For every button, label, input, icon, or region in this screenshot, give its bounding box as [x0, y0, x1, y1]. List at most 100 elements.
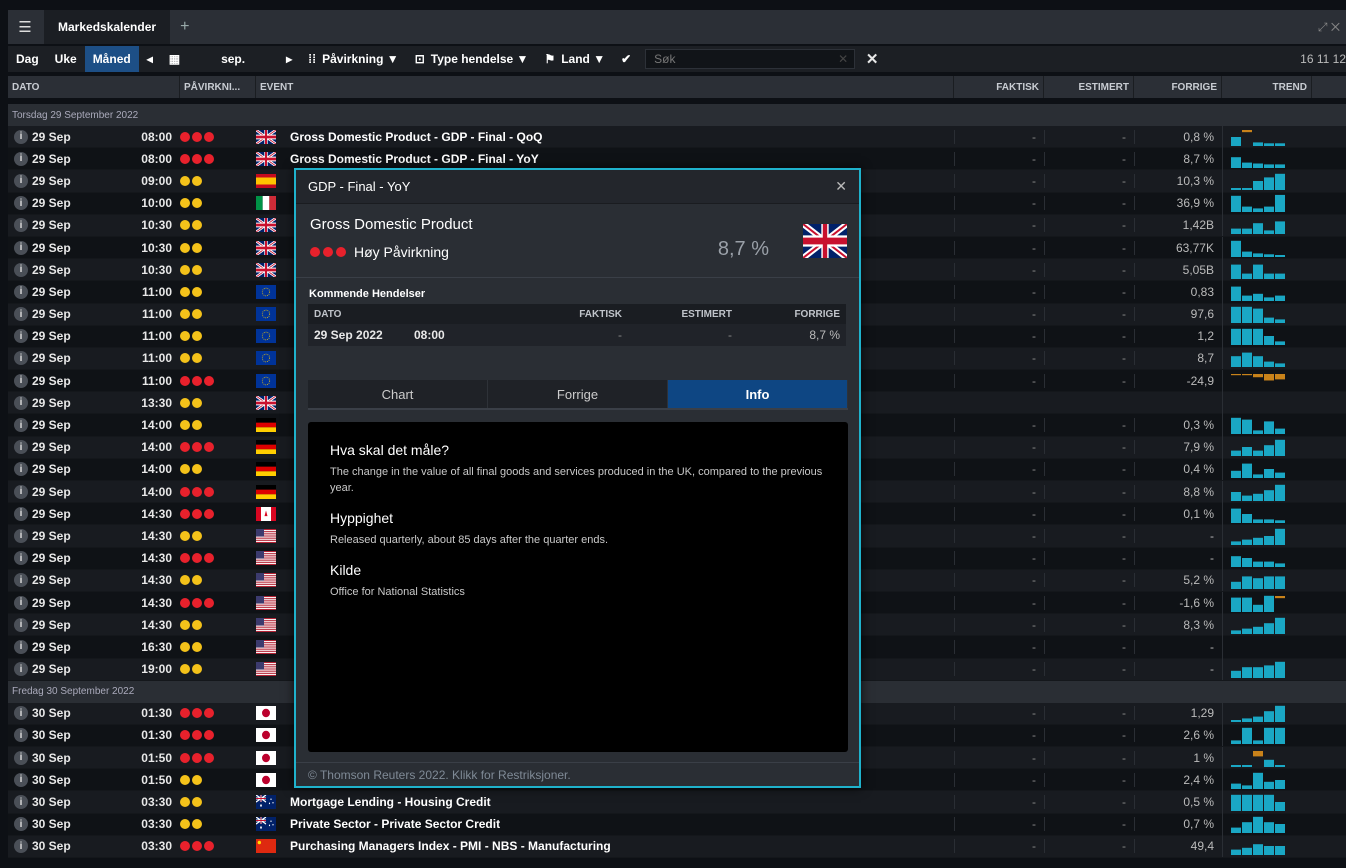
- impact-dot: [310, 247, 320, 257]
- add-tab-icon[interactable]: +: [180, 18, 189, 36]
- tab-market-calendar[interactable]: Markedskalender: [44, 10, 171, 44]
- info-icon[interactable]: i: [14, 484, 28, 499]
- close-search-icon[interactable]: ✕: [855, 50, 889, 68]
- tab-chart[interactable]: Chart: [308, 380, 488, 408]
- row-date-cell: i 29 Sep: [8, 484, 90, 499]
- clear-search-icon[interactable]: ✕: [838, 52, 848, 66]
- info-icon[interactable]: i: [14, 617, 28, 632]
- trend-chart: [1222, 436, 1312, 459]
- prev-period-icon[interactable]: ◂: [139, 46, 161, 72]
- info-icon[interactable]: i: [14, 462, 28, 477]
- search-input[interactable]: Søk ✕: [645, 49, 856, 69]
- close-icon[interactable]: ✕: [835, 178, 847, 195]
- table-row[interactable]: i 30 Sep 03:30 Mortgage Lending - Housing…: [8, 791, 1346, 814]
- info-icon[interactable]: i: [14, 440, 28, 455]
- info-icon[interactable]: i: [14, 817, 28, 832]
- row-event[interactable]: Private Sector - Private Sector Credit: [290, 817, 954, 831]
- info-icon[interactable]: i: [14, 284, 28, 299]
- week-view-button[interactable]: Uke: [47, 46, 85, 72]
- info-icon[interactable]: i: [14, 506, 28, 521]
- table-row[interactable]: i 30 Sep 03:30 Private Sector - Private S…: [8, 813, 1346, 836]
- info-icon[interactable]: i: [14, 173, 28, 188]
- up-col-date: DATO: [314, 308, 342, 320]
- info-icon[interactable]: i: [14, 307, 28, 322]
- impact-indicator: [180, 153, 256, 164]
- info-icon[interactable]: i: [14, 151, 28, 166]
- info-icon[interactable]: i: [14, 795, 28, 810]
- info-icon[interactable]: i: [14, 706, 28, 721]
- row-date: 29 Sep: [32, 595, 71, 610]
- col-date[interactable]: DATO: [8, 76, 180, 98]
- info-icon[interactable]: i: [14, 839, 28, 854]
- info-icon[interactable]: i: [14, 573, 28, 588]
- row-date-cell: i 29 Sep: [8, 329, 90, 344]
- impact-filter[interactable]: ⁞⁞ Påvirkning ▼: [300, 46, 407, 72]
- info-icon[interactable]: i: [14, 218, 28, 233]
- col-impact[interactable]: PÅVIRKNI...: [180, 76, 256, 98]
- tab-previous[interactable]: Forrige: [488, 380, 668, 408]
- info-icon[interactable]: i: [14, 196, 28, 211]
- row-date-cell: i 29 Sep: [8, 129, 90, 144]
- row-estimate: -: [1044, 772, 1134, 787]
- impact-indicator: [180, 486, 256, 497]
- col-estimate[interactable]: ESTIMERT: [1044, 76, 1134, 98]
- tab-info[interactable]: Info: [668, 380, 848, 408]
- row-previous: 2,4 %: [1134, 772, 1222, 787]
- col-trend[interactable]: TREND: [1222, 76, 1312, 98]
- trend-bar: [1264, 728, 1274, 745]
- row-time: 11:00: [141, 329, 172, 344]
- row-date-cell: i 29 Sep: [8, 506, 90, 521]
- info-icon[interactable]: i: [14, 240, 28, 255]
- info-icon[interactable]: i: [14, 728, 28, 743]
- trend-chart: [1222, 236, 1312, 259]
- info-icon[interactable]: i: [14, 418, 28, 433]
- row-event[interactable]: Gross Domestic Product - GDP - Final - Y…: [290, 152, 954, 166]
- info-icon[interactable]: i: [14, 595, 28, 610]
- col-actual[interactable]: FAKTISK: [954, 76, 1044, 98]
- checkmark-icon[interactable]: ✔: [613, 46, 639, 72]
- info-icon[interactable]: i: [14, 662, 28, 677]
- month-view-button[interactable]: Måned: [84, 46, 139, 72]
- info-icon[interactable]: i: [14, 551, 28, 566]
- info-icon[interactable]: i: [14, 395, 28, 410]
- info-icon[interactable]: i: [14, 262, 28, 277]
- info-icon[interactable]: i: [14, 373, 28, 388]
- copyright-link[interactable]: © Thomson Reuters 2022. Klikk for Restri…: [296, 762, 859, 786]
- country-filter[interactable]: ⚑ Land ▼: [536, 46, 613, 72]
- row-event[interactable]: Purchasing Managers Index - PMI - NBS - …: [290, 839, 954, 853]
- row-previous: 8,7: [1134, 351, 1222, 366]
- trend-bar: [1242, 495, 1252, 501]
- col-previous[interactable]: FORRIGE: [1134, 76, 1222, 98]
- day-view-button[interactable]: Dag: [8, 46, 47, 72]
- info-icon[interactable]: i: [14, 329, 28, 344]
- row-time: 09:00: [141, 173, 172, 188]
- row-date: 29 Sep: [32, 617, 71, 632]
- impact-indicator: [180, 242, 256, 253]
- row-event[interactable]: Gross Domestic Product - GDP - Final - Q…: [290, 130, 954, 144]
- info-icon[interactable]: i: [14, 639, 28, 654]
- row-date: 30 Sep: [32, 817, 71, 832]
- next-period-icon[interactable]: ▸: [278, 46, 300, 72]
- info-icon[interactable]: i: [14, 528, 28, 543]
- upcoming-row[interactable]: 29 Sep 2022 08:00 - - 8,7 %: [308, 324, 846, 346]
- trend-bar: [1264, 759, 1274, 767]
- group-header: Torsdag 29 September 2022: [8, 104, 1346, 126]
- row-date: 29 Sep: [32, 151, 71, 166]
- hamburger-menu-icon[interactable]: ☰: [14, 16, 36, 38]
- info-icon[interactable]: i: [14, 351, 28, 366]
- calendar-icon[interactable]: ▦: [161, 46, 188, 72]
- window-controls[interactable]: ⤢ ✕: [1318, 20, 1340, 35]
- info-icon[interactable]: i: [14, 129, 28, 144]
- trend-bar: [1242, 728, 1252, 745]
- event-type-filter[interactable]: ⊡ Type hendelse ▼: [407, 46, 537, 72]
- row-previous: 8,3 %: [1134, 617, 1222, 632]
- table-row[interactable]: i 29 Sep 08:00 Gross Domestic Product - G…: [8, 125, 1346, 149]
- impact-filter-label: Påvirkning ▼: [322, 52, 399, 66]
- table-row[interactable]: i 30 Sep 03:30 Purchasing Managers Index …: [8, 835, 1346, 858]
- trend-bar: [1264, 297, 1274, 301]
- row-event[interactable]: Mortgage Lending - Housing Credit: [290, 795, 954, 809]
- col-event[interactable]: EVENT: [256, 76, 954, 98]
- trend-bar: [1275, 595, 1285, 598]
- info-icon[interactable]: i: [14, 772, 28, 787]
- info-icon[interactable]: i: [14, 750, 28, 765]
